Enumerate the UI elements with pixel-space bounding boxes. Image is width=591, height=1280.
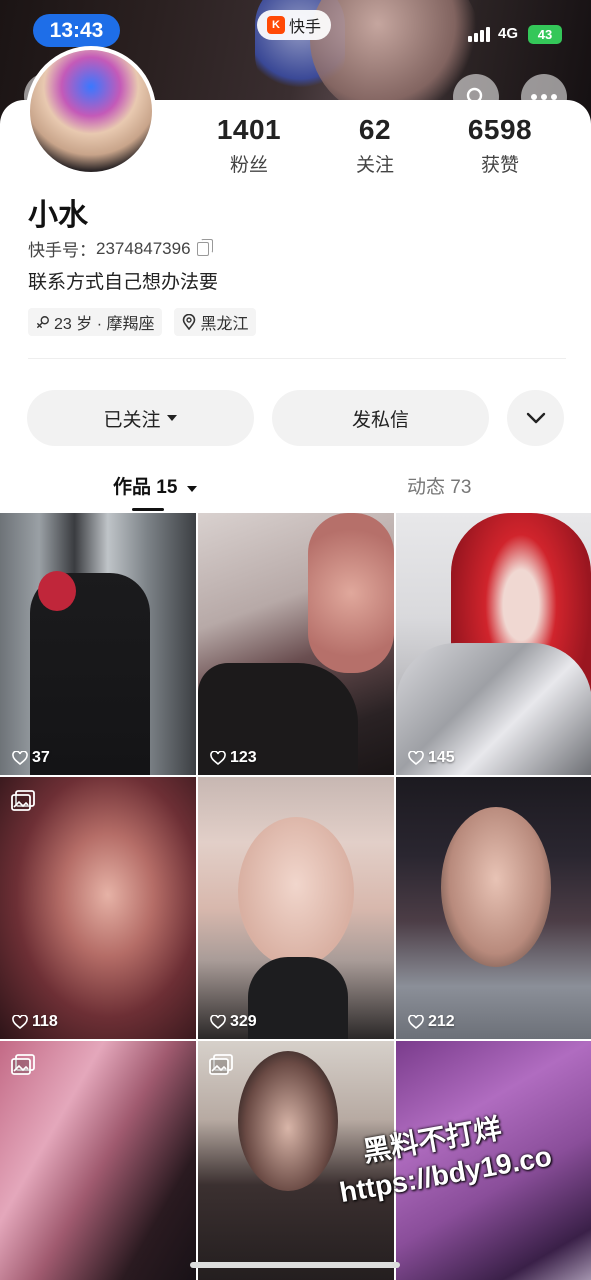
work-tile[interactable]: 118 — [0, 777, 196, 1039]
app-badge-label: 快手 — [289, 19, 322, 36]
tab-works[interactable]: 作品 15 — [113, 472, 198, 499]
likes-value: 212 — [428, 1013, 455, 1030]
content-tabs: 作品 15 动态 73 — [0, 462, 591, 512]
tab-works-label: 作品 15 — [113, 477, 178, 498]
work-tile[interactable]: 37 — [0, 513, 196, 775]
image-set-icon — [11, 1054, 35, 1075]
stat-following[interactable]: 62 关注 — [315, 114, 435, 177]
avatar[interactable] — [26, 46, 156, 176]
network-type: 4G — [498, 25, 519, 42]
likes-count: 118 — [12, 1013, 58, 1031]
kuaishou-logo-icon: K — [267, 16, 285, 34]
stat-likes[interactable]: 6598 获赞 — [440, 114, 560, 177]
gender-icon — [37, 316, 49, 328]
image-set-icon — [209, 1054, 233, 1075]
work-tile[interactable]: 145 — [396, 513, 591, 775]
heart-icon — [408, 1015, 424, 1029]
likes-count: 123 — [210, 749, 257, 767]
image-set-icon — [11, 790, 35, 811]
caret-down-icon — [186, 486, 197, 492]
stat-label: 粉丝 — [229, 155, 268, 176]
status-time: 13:43 — [33, 14, 120, 47]
likes-count: 329 — [210, 1013, 257, 1031]
tag-age: 23 岁 · 摩羯座 — [28, 308, 163, 336]
copy-icon[interactable] — [196, 238, 213, 256]
heart-icon — [210, 751, 226, 765]
work-tile[interactable]: 123 — [198, 513, 394, 775]
tag-location: 黑龙江 — [174, 308, 257, 336]
likes-value: 123 — [230, 749, 257, 766]
active-tab-indicator — [132, 508, 164, 511]
profile-bio: 联系方式自己想办法要 — [28, 272, 219, 293]
heart-icon — [210, 1015, 226, 1029]
followed-label: 已关注 — [103, 409, 161, 431]
message-label: 发私信 — [351, 409, 409, 431]
likes-value: 145 — [428, 749, 455, 766]
likes-count: 212 — [408, 1013, 455, 1031]
stat-value: 1401 — [216, 114, 282, 145]
battery-icon: 43 — [528, 25, 562, 44]
work-tile[interactable] — [0, 1041, 196, 1280]
chevron-down-icon — [526, 412, 545, 424]
likes-count: 37 — [12, 749, 50, 767]
tab-moments[interactable]: 动态 73 — [407, 472, 471, 499]
location-icon — [183, 314, 196, 330]
heart-icon — [12, 751, 28, 765]
likes-count: 145 — [408, 749, 455, 767]
stat-value: 6598 — [467, 114, 533, 145]
kuaishou-id-label: 快手号： — [28, 241, 96, 260]
app-badge[interactable]: K 快手 — [257, 10, 332, 40]
work-tile[interactable]: 329 — [198, 777, 394, 1039]
stat-label: 关注 — [355, 155, 394, 176]
followed-button[interactable]: 已关注 — [27, 390, 254, 446]
kuaishou-id-row: 快手号： 2374847396 — [28, 236, 213, 261]
stat-fans[interactable]: 1401 粉丝 — [189, 114, 309, 177]
signal-icon — [468, 27, 490, 42]
tag-text: 黑龙江 — [200, 316, 249, 333]
tag-text: 23 岁 · 摩羯座 — [54, 316, 155, 333]
profile-tags: 23 岁 · 摩羯座 黑龙江 — [28, 308, 257, 336]
divider — [28, 358, 566, 359]
stat-label: 获赞 — [480, 155, 519, 176]
likes-value: 329 — [230, 1013, 257, 1030]
expand-button[interactable] — [507, 390, 564, 446]
stat-value: 62 — [358, 114, 392, 145]
likes-value: 37 — [32, 749, 50, 766]
home-indicator[interactable] — [190, 1262, 400, 1268]
caret-down-icon — [166, 415, 177, 421]
kuaishou-id-value: 2374847396 — [96, 238, 191, 258]
heart-icon — [408, 751, 424, 765]
likes-value: 118 — [32, 1013, 58, 1030]
heart-icon — [12, 1015, 28, 1029]
message-button[interactable]: 发私信 — [272, 390, 489, 446]
profile-name: 小水 — [28, 199, 88, 232]
work-tile[interactable]: 212 — [396, 777, 591, 1039]
